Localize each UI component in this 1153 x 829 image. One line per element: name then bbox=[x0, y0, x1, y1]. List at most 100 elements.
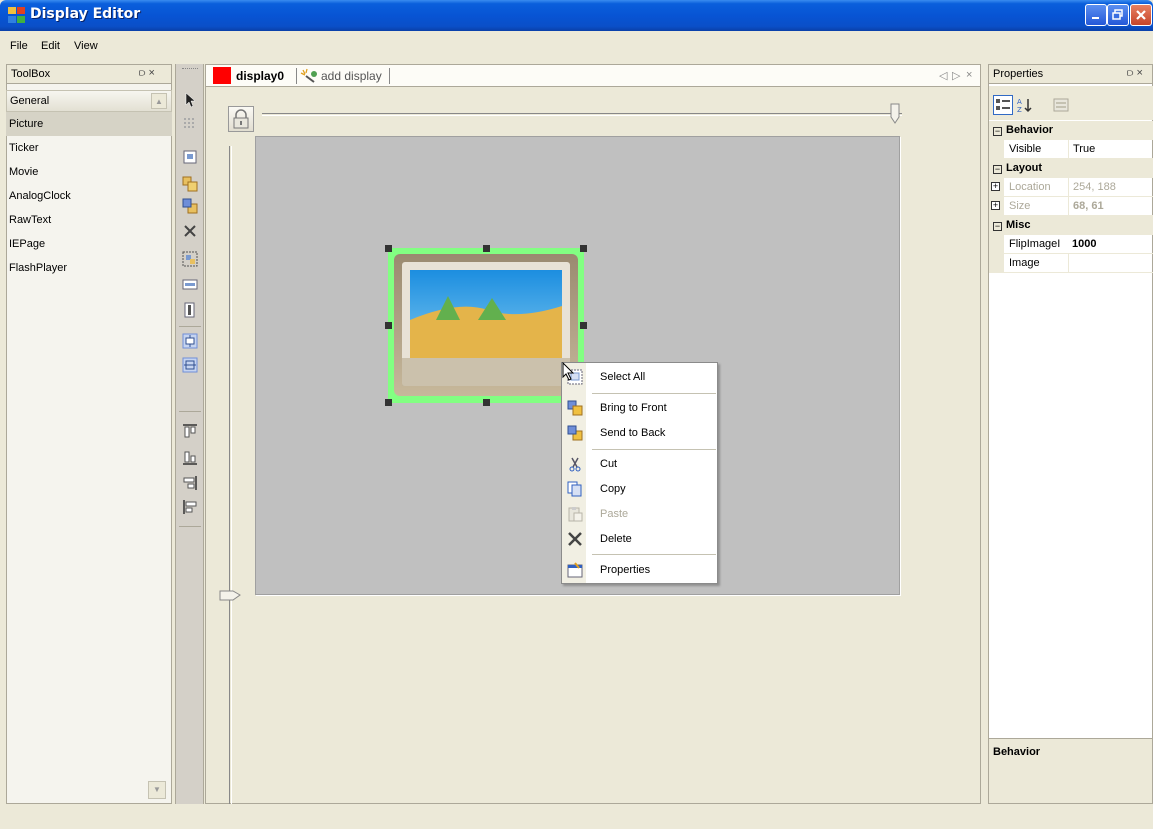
resize-handle-n[interactable] bbox=[483, 245, 490, 252]
add-display-icon[interactable] bbox=[300, 68, 318, 84]
vertical-slider-handle[interactable] bbox=[219, 590, 241, 602]
picture-element[interactable] bbox=[385, 245, 587, 406]
property-row-visible[interactable]: Visible True bbox=[989, 140, 1153, 159]
center-vertical-tool-button[interactable] bbox=[181, 356, 199, 374]
mouse-cursor-icon bbox=[562, 362, 575, 381]
toolbox-item-picture[interactable]: Picture bbox=[6, 112, 172, 136]
tab-separator bbox=[389, 68, 390, 84]
category-misc[interactable]: − Misc bbox=[989, 216, 1153, 235]
menu-item-select-all[interactable]: Select All bbox=[562, 365, 717, 389]
group-tool-button[interactable] bbox=[181, 250, 199, 268]
menu-item-delete[interactable]: Delete bbox=[562, 527, 717, 551]
menu-item-copy[interactable]: Copy bbox=[562, 477, 717, 501]
tab-add-display[interactable]: add display bbox=[321, 69, 382, 83]
menu-item-paste[interactable]: Paste bbox=[562, 502, 717, 526]
resize-handle-nw[interactable] bbox=[385, 245, 392, 252]
resize-handle-sw[interactable] bbox=[385, 399, 392, 406]
toolbox-item-analogclock[interactable]: AnalogClock bbox=[6, 184, 172, 208]
menu-item-bring-to-front[interactable]: Bring to Front bbox=[562, 396, 717, 420]
category-behavior[interactable]: − Behavior bbox=[989, 121, 1153, 140]
property-pages-button[interactable] bbox=[1051, 95, 1071, 115]
property-description-pane: Behavior bbox=[988, 738, 1153, 804]
snap-tool-button[interactable] bbox=[181, 148, 199, 166]
menu-view[interactable]: View bbox=[74, 40, 98, 52]
center-vertical-icon bbox=[182, 357, 198, 373]
menu-bar: File Edit View bbox=[0, 31, 1153, 61]
toolbox-group-general[interactable]: General ▲ bbox=[6, 90, 172, 112]
minimize-button[interactable] bbox=[1085, 4, 1107, 26]
collapse-icon[interactable]: − bbox=[993, 127, 1002, 136]
property-value[interactable] bbox=[1068, 254, 1153, 273]
menu-item-send-to-back[interactable]: Send to Back bbox=[562, 421, 717, 445]
align-bottom-tool-button[interactable] bbox=[181, 449, 199, 467]
lock-icon bbox=[233, 109, 249, 129]
horizontal-slider-handle[interactable] bbox=[890, 103, 900, 125]
collapse-icon[interactable]: − bbox=[993, 222, 1002, 231]
align-left-tool-button[interactable] bbox=[181, 498, 199, 516]
menu-separator bbox=[592, 449, 716, 450]
tab-close-icon[interactable]: × bbox=[966, 69, 972, 81]
property-value[interactable]: 1000 bbox=[1068, 235, 1153, 254]
toolbox-pin-close[interactable]: ⫐ × bbox=[139, 67, 155, 80]
toolbox-item-movie[interactable]: Movie bbox=[6, 160, 172, 184]
align-top-tool-button[interactable] bbox=[181, 422, 199, 440]
property-row-image[interactable]: Image bbox=[989, 254, 1153, 273]
menu-edit[interactable]: Edit bbox=[41, 40, 60, 52]
menu-item-cut[interactable]: Cut bbox=[562, 452, 717, 476]
toolbox-item-flashplayer[interactable]: FlashPlayer bbox=[6, 256, 172, 280]
property-value[interactable]: 68, 61 bbox=[1068, 197, 1153, 216]
properties-icon bbox=[567, 562, 583, 578]
collapse-icon[interactable]: − bbox=[993, 165, 1002, 174]
paste-icon bbox=[568, 507, 583, 522]
resize-handle-ne[interactable] bbox=[580, 245, 587, 252]
center-horizontal-tool-button[interactable] bbox=[181, 332, 199, 350]
window-title: Display Editor bbox=[30, 6, 141, 22]
expand-icon[interactable]: + bbox=[991, 201, 1000, 210]
expand-icon[interactable]: + bbox=[991, 182, 1000, 191]
menu-item-properties[interactable]: Properties bbox=[562, 558, 717, 582]
property-grid: − Behavior Visible True − Layout + Locatio… bbox=[989, 121, 1153, 273]
close-icon bbox=[1136, 10, 1146, 20]
close-button[interactable] bbox=[1130, 4, 1152, 26]
tab-scroll-right-icon[interactable]: ▷ bbox=[952, 69, 960, 82]
property-value[interactable]: 254, 188 bbox=[1068, 178, 1153, 197]
property-row-size[interactable]: + Size 68, 61 bbox=[989, 197, 1153, 216]
property-row-flipimage[interactable]: FlipImageI 1000 bbox=[989, 235, 1153, 254]
toolbar-separator bbox=[179, 411, 201, 412]
group-icon bbox=[182, 251, 198, 267]
send-back-tool-button[interactable] bbox=[181, 197, 199, 215]
same-height-tool-button[interactable] bbox=[181, 301, 199, 319]
resize-handle-w[interactable] bbox=[385, 322, 392, 329]
restore-icon bbox=[1112, 9, 1123, 20]
tab-display0[interactable]: display0 bbox=[236, 69, 284, 83]
toolbox-item-ticker[interactable]: Ticker bbox=[6, 136, 172, 160]
align-right-tool-button[interactable] bbox=[181, 474, 199, 492]
toolbar-grip[interactable] bbox=[182, 68, 198, 71]
properties-pin-close[interactable]: ⫐ × bbox=[1127, 67, 1143, 80]
scroll-down-button[interactable]: ▼ bbox=[148, 781, 166, 799]
tab-scroll-left-icon[interactable]: ◁ bbox=[939, 69, 947, 82]
category-layout[interactable]: − Layout bbox=[989, 159, 1153, 178]
pointer-tool-button[interactable] bbox=[181, 91, 199, 109]
scroll-up-button[interactable]: ▲ bbox=[151, 93, 167, 109]
delete-icon bbox=[184, 225, 196, 237]
lock-button[interactable] bbox=[228, 106, 254, 132]
menu-item-label: Properties bbox=[600, 564, 651, 576]
resize-handle-s[interactable] bbox=[483, 399, 490, 406]
alphabetical-button[interactable]: AZ bbox=[1015, 95, 1035, 115]
menu-file[interactable]: File bbox=[10, 40, 28, 52]
restore-button[interactable] bbox=[1107, 4, 1129, 26]
bring-front-tool-button[interactable] bbox=[181, 175, 199, 193]
categorized-button[interactable] bbox=[993, 95, 1013, 115]
toolbar-separator bbox=[179, 526, 201, 527]
toolbox-item-iepage[interactable]: IEPage bbox=[6, 232, 172, 256]
grid-tool-button[interactable] bbox=[181, 115, 199, 133]
same-width-tool-button[interactable] bbox=[181, 276, 199, 294]
toolbox-item-rawtext[interactable]: RawText bbox=[6, 208, 172, 232]
property-value[interactable]: True bbox=[1068, 140, 1153, 159]
properties-header: Properties ⫐ × bbox=[988, 64, 1153, 84]
category-label: Layout bbox=[1006, 162, 1043, 174]
resize-handle-e[interactable] bbox=[580, 322, 587, 329]
property-row-location[interactable]: + Location 254, 188 bbox=[989, 178, 1153, 197]
delete-tool-button[interactable] bbox=[181, 222, 199, 240]
